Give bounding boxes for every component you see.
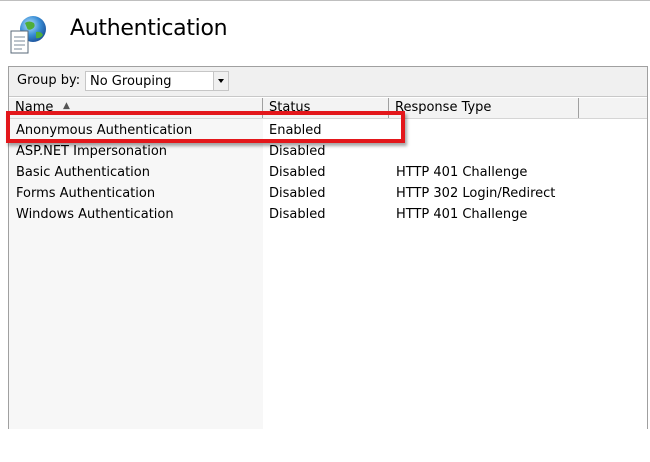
sort-ascending-icon: ▲ (63, 101, 70, 111)
row-name: Basic Authentication (16, 165, 150, 180)
row-status: Disabled (269, 144, 326, 159)
group-by-label: Group by: (17, 73, 81, 88)
table-row[interactable]: ASP.NET Impersonation Disabled (9, 142, 647, 163)
table-row[interactable]: Windows Authentication Disabled HTTP 401… (9, 205, 647, 226)
chevron-down-icon[interactable] (213, 72, 228, 90)
highlight-annotation-box (6, 111, 405, 143)
row-response-type: HTTP 302 Login/Redirect (396, 186, 556, 201)
row-response-type: HTTP 401 Challenge (396, 165, 528, 180)
row-name: Forms Authentication (16, 186, 156, 201)
table-row[interactable]: Basic Authentication Disabled HTTP 401 C… (9, 163, 647, 184)
group-by-value: No Grouping (90, 74, 172, 89)
column-header-response-type-label: Response Type (395, 100, 492, 115)
group-by-dropdown[interactable]: No Grouping (85, 71, 229, 91)
row-name: Windows Authentication (16, 207, 174, 222)
row-status: Disabled (269, 165, 326, 180)
row-response-type: HTTP 401 Challenge (396, 207, 528, 222)
row-status: Disabled (269, 207, 326, 222)
table-row[interactable]: Forms Authentication Disabled HTTP 302 L… (9, 184, 647, 205)
iis-globe-document-icon (10, 16, 46, 54)
row-name: ASP.NET Impersonation (16, 144, 168, 159)
group-toolbar: Group by: No Grouping (9, 67, 647, 97)
column-header-response-type[interactable]: Response Type (389, 98, 579, 118)
page-title: Authentication (70, 16, 228, 41)
row-status: Disabled (269, 186, 326, 201)
column-header-filler (579, 98, 647, 118)
top-border (0, 0, 650, 1)
